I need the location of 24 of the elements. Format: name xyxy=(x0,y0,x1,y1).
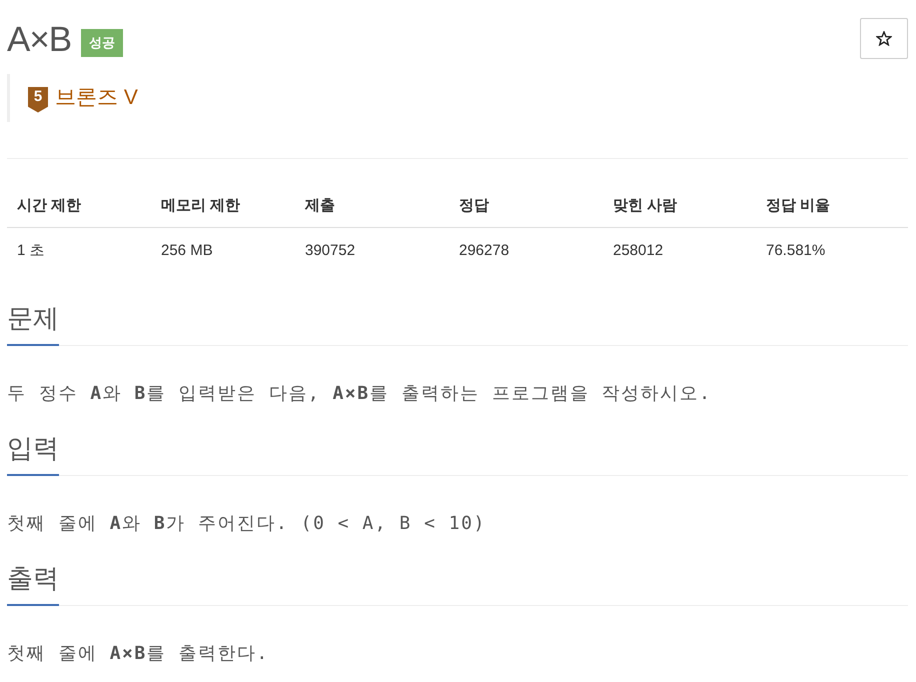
tier-badge: 5 xyxy=(28,86,48,112)
tier-label[interactable]: 브론즈 V xyxy=(55,84,138,112)
result-badge: 성공 xyxy=(81,29,124,57)
column-header: 시간 제한 xyxy=(7,183,151,228)
table-cell: 1 초 xyxy=(7,228,151,272)
table-cell: 296278 xyxy=(449,228,603,272)
table-cell: 76.581% xyxy=(756,228,908,272)
column-header: 정답 비율 xyxy=(756,183,908,228)
section-heading: 문제 xyxy=(7,300,59,346)
star-icon xyxy=(876,31,892,46)
favorite-button[interactable] xyxy=(860,18,908,59)
table-cell: 390752 xyxy=(295,228,449,272)
section-text: 첫째 줄에 A×B를 출력한다. xyxy=(7,642,270,666)
column-header: 맞힌 사람 xyxy=(603,183,756,228)
column-header: 정답 xyxy=(449,183,603,228)
column-header: 메모리 제한 xyxy=(151,183,295,228)
problem-title: A×B xyxy=(7,20,72,60)
table-cell: 256 MB xyxy=(151,228,295,272)
section-text: 첫째 줄에 A와 B가 주어진다. (0 < A, B < 10) xyxy=(7,512,487,536)
table-cell: 258012 xyxy=(603,228,756,272)
section-heading: 출력 xyxy=(7,560,59,606)
column-header: 제출 xyxy=(295,183,449,228)
section-text: 두 정수 A와 B를 입력받은 다음, A×B를 출력하는 프로그램을 작성하시오. xyxy=(7,382,712,406)
section-heading: 입력 xyxy=(7,430,59,476)
